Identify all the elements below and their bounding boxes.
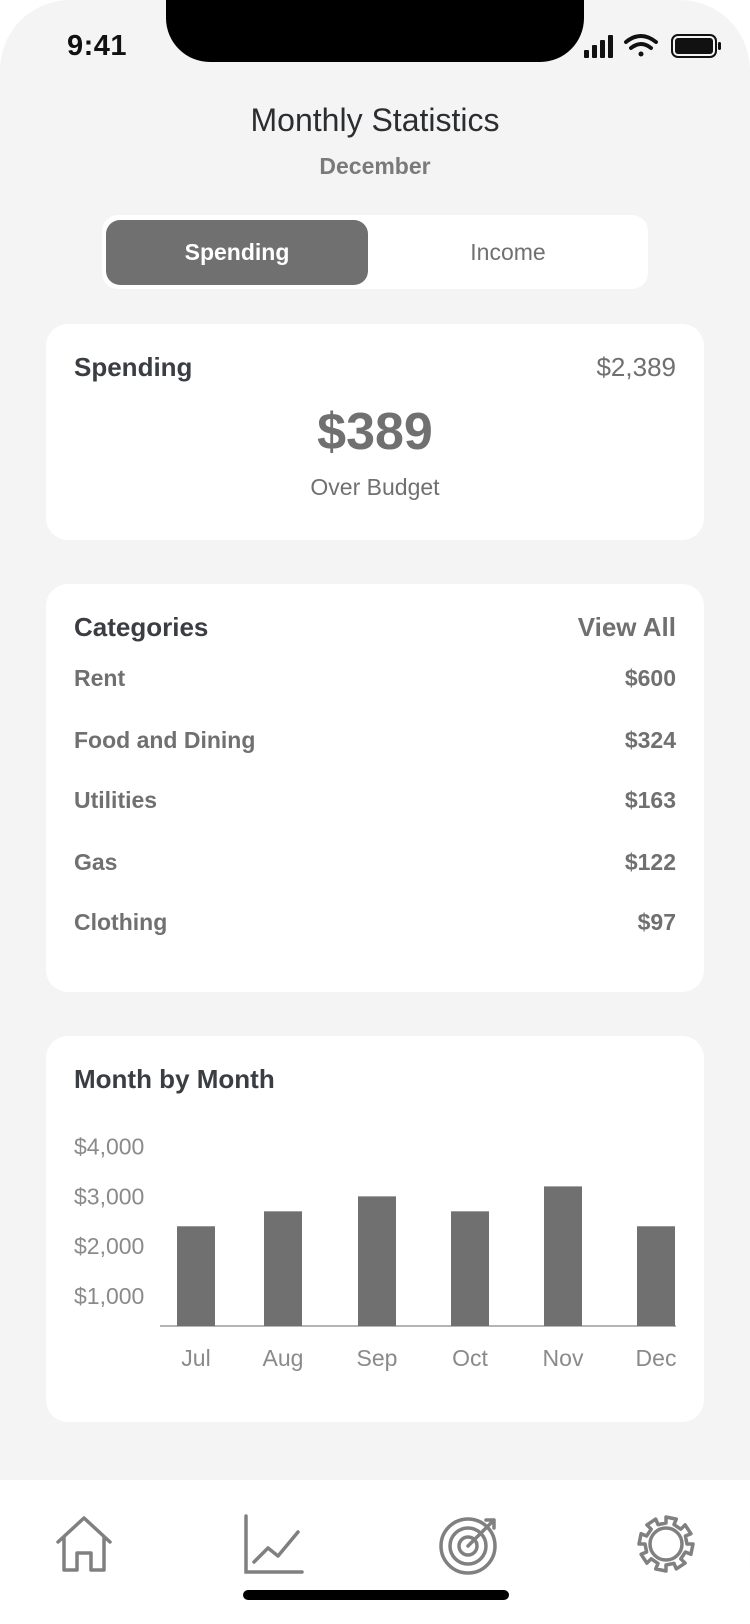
category-row-food-and-dining[interactable]: Food and Dining $324 xyxy=(74,727,676,759)
cellular-signal-icon xyxy=(584,35,613,58)
category-value: $324 xyxy=(624,727,676,753)
tab-bar xyxy=(0,1480,750,1624)
category-name: Gas xyxy=(74,849,118,875)
segment-spending[interactable]: Spending xyxy=(106,220,368,285)
x-tick-label: Oct xyxy=(452,1345,488,1371)
status-time: 9:41 xyxy=(67,30,128,62)
category-value: $122 xyxy=(624,849,676,875)
category-name: Food and Dining xyxy=(74,727,256,753)
x-tick-label: Dec xyxy=(636,1345,677,1371)
y-tick-label: $2,000 xyxy=(74,1233,144,1259)
category-row-gas[interactable]: Gas $122 xyxy=(74,849,676,881)
bar-aug[interactable] xyxy=(264,1211,302,1326)
device-notch xyxy=(166,0,584,62)
chart-icon[interactable] xyxy=(240,1510,308,1578)
gear-icon[interactable] xyxy=(632,1510,700,1578)
bar-dec[interactable] xyxy=(637,1226,675,1326)
status-icons xyxy=(584,34,721,58)
y-tick-label: $1,000 xyxy=(74,1283,144,1309)
x-tick-label: Aug xyxy=(263,1345,304,1371)
bar-sep[interactable] xyxy=(358,1196,396,1326)
app-screen: 9:41 Monthly Statistics December Spendin… xyxy=(0,0,750,1624)
month-by-month-chart: $1,000 $2,000 $3,000 $4,000 Jul Aug Sep Oct Nov D… xyxy=(74,1134,677,1371)
category-name: Utilities xyxy=(74,787,158,813)
page-title: Monthly Statistics xyxy=(250,102,500,138)
home-icon[interactable] xyxy=(50,1510,118,1578)
spending-total: $2,389 xyxy=(596,352,676,382)
category-value: $97 xyxy=(637,909,676,935)
bar-oct[interactable] xyxy=(451,1211,489,1326)
categories-title: Categories xyxy=(74,612,209,642)
battery-icon xyxy=(671,34,721,58)
spending-card: Spending $2,389 $389 Over Budget xyxy=(46,324,704,540)
category-name: Rent xyxy=(74,665,126,691)
bar-jul[interactable] xyxy=(177,1226,215,1326)
y-tick-label: $4,000 xyxy=(74,1134,144,1160)
page-subtitle: December xyxy=(319,153,431,179)
category-row-utilities[interactable]: Utilities $163 xyxy=(74,787,676,819)
over-budget-caption: Over Budget xyxy=(310,474,440,500)
view-all-link[interactable]: View All xyxy=(578,612,676,643)
over-budget-amount: $389 xyxy=(317,403,433,461)
x-tick-label: Sep xyxy=(357,1345,398,1371)
category-row-rent[interactable]: Rent $600 xyxy=(74,665,676,697)
category-value: $163 xyxy=(624,787,676,813)
category-value: $600 xyxy=(624,665,676,691)
spending-label: Spending xyxy=(74,352,193,382)
x-tick-label: Nov xyxy=(543,1345,584,1371)
target-icon[interactable] xyxy=(436,1510,504,1578)
segment-income[interactable]: Income xyxy=(377,220,639,285)
wifi-icon xyxy=(624,34,658,57)
category-row-clothing[interactable]: Clothing $97 xyxy=(74,909,676,941)
segmented-control: Spending Income xyxy=(102,215,648,289)
home-indicator xyxy=(243,1590,509,1600)
x-tick-label: Jul xyxy=(181,1345,210,1371)
category-name: Clothing xyxy=(74,909,168,935)
y-tick-label: $3,000 xyxy=(74,1183,144,1209)
bar-nov[interactable] xyxy=(544,1186,582,1326)
categories-card: Categories View All Rent $600 Food and D… xyxy=(46,584,704,992)
month-by-month-card: Month by Month $1,000 $2,000 $3,000 $4,000 J… xyxy=(46,1036,704,1422)
